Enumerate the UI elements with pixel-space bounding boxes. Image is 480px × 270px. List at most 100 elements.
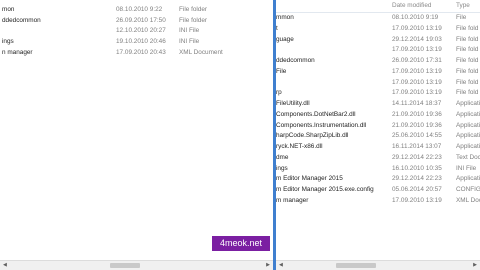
file-date: 17.09.2010 13:19 — [392, 78, 442, 86]
column-type[interactable]: Type — [456, 2, 470, 9]
file-row[interactable]: m Editor Manager 2015.exe.config 05.06.20… — [276, 185, 480, 195]
file-row[interactable]: n manager 17.09.2010 20:43 XML Document — [0, 48, 273, 58]
file-date: 29.12.2014 22:23 — [392, 175, 442, 183]
file-row[interactable]: ings 19.10.2010 20:46 INI File — [0, 37, 273, 47]
file-date: 08.10.2010 9:22 — [116, 6, 163, 13]
file-row[interactable]: 12.10.2010 20:27 INI File — [0, 26, 273, 36]
file-date: 17.09.2010 13:19 — [392, 196, 442, 204]
file-row[interactable]: ryck.NET-x86.dll 16.11.2014 13:07 Applicat… — [276, 142, 480, 152]
file-type: File fold — [456, 35, 479, 43]
scroll-left-arrow-icon[interactable]: ◀ — [3, 262, 7, 268]
file-type: Applicati — [456, 143, 480, 150]
file-type: INI File — [179, 27, 200, 35]
file-name: t — [276, 24, 278, 32]
file-row[interactable]: guage 29.12.2014 19:03 File fold — [276, 35, 480, 45]
file-row[interactable]: Components.DotNetBar2.dll 21.09.2010 19:3… — [276, 110, 480, 120]
file-type: File fold — [456, 78, 479, 86]
file-date: 29.12.2014 19:03 — [392, 35, 442, 43]
file-row[interactable]: File 17.09.2010 13:19 File fold — [276, 67, 480, 77]
file-name: guage — [276, 35, 294, 43]
file-date: 17.09.2010 13:19 — [392, 24, 442, 32]
left-horizontal-scrollbar[interactable]: ◀ ▶ — [0, 260, 273, 270]
file-date: 08.10.2010 9:19 — [392, 14, 439, 21]
file-date: 26.09.2010 17:50 — [116, 16, 166, 24]
file-date: 25.06.2010 14:55 — [392, 132, 442, 140]
file-type: Applicati — [456, 100, 480, 107]
left-scroll-thumb[interactable] — [110, 263, 140, 268]
file-type: XML Document — [179, 48, 223, 56]
file-type: File folder — [179, 16, 208, 24]
file-type: INI File — [179, 38, 200, 46]
column-date-modified[interactable]: Date modified — [392, 2, 431, 9]
file-name: ings — [276, 164, 288, 172]
file-name: ings — [2, 38, 14, 46]
file-type: CONFIG F — [456, 186, 480, 193]
file-row[interactable]: dme 29.12.2014 22:23 Text Docu — [276, 153, 480, 163]
file-type: File — [456, 14, 467, 21]
file-type: XML Docu — [456, 196, 480, 204]
file-type: File fold — [456, 67, 479, 75]
file-name: File — [276, 67, 287, 75]
file-type: File fold — [456, 89, 479, 97]
file-row[interactable]: harpCode.SharpZipLib.dll 25.06.2010 14:55… — [276, 131, 480, 141]
file-date: 17.09.2010 13:19 — [392, 46, 442, 54]
file-name: mmon — [276, 14, 294, 21]
file-row[interactable]: ddedcommon 26.09.2010 17:50 File folder — [0, 16, 273, 26]
file-type: Applicati — [456, 110, 480, 118]
file-row[interactable]: rp 17.09.2010 13:19 File fold — [276, 88, 480, 98]
file-name: FileUtility.dll — [276, 100, 310, 107]
scroll-left-arrow-icon[interactable]: ◀ — [279, 262, 283, 268]
left-file-pane[interactable]: mon 08.10.2010 9:22 File folder ddedcommon 2… — [0, 0, 273, 270]
file-row[interactable]: mmon 08.10.2010 9:19 File — [276, 13, 480, 23]
file-row[interactable]: ings 16.10.2010 10:35 INI File — [276, 164, 480, 174]
scroll-right-arrow-icon[interactable]: ▶ — [473, 262, 477, 268]
file-type: Text Docu — [456, 153, 480, 161]
file-date: 17.09.2010 13:19 — [392, 67, 442, 75]
file-date: 21.09.2010 19:36 — [392, 121, 442, 129]
file-name: m Editor Manager 2015.exe.config — [276, 186, 374, 193]
file-row[interactable]: m manager 17.09.2010 13:19 XML Docu — [276, 196, 480, 206]
file-name: harpCode.SharpZipLib.dll — [276, 132, 349, 140]
file-row[interactable]: mon 08.10.2010 9:22 File folder — [0, 5, 273, 15]
file-name: ddedcommon — [276, 57, 315, 64]
file-type: Applicati — [456, 175, 480, 183]
file-row[interactable]: 17.09.2010 13:19 File fold — [276, 78, 480, 88]
file-type: File fold — [456, 24, 479, 32]
file-name: ddedcommon — [2, 16, 41, 24]
file-date: 12.10.2010 20:27 — [116, 27, 166, 35]
right-scroll-thumb[interactable] — [336, 263, 376, 268]
file-name: n manager — [2, 48, 33, 56]
file-row[interactable]: FileUtility.dll 14.11.2014 18:37 Applicati — [276, 99, 480, 109]
file-date: 16.11.2014 13:07 — [392, 143, 442, 150]
file-date: 05.06.2014 20:57 — [392, 186, 442, 193]
file-date: 17.09.2010 13:19 — [392, 89, 442, 97]
file-row[interactable]: 17.09.2010 13:19 File fold — [276, 45, 480, 55]
file-date: 14.11.2014 18:37 — [392, 100, 442, 107]
file-type: File fold — [456, 46, 479, 54]
file-row[interactable]: t 17.09.2010 13:19 File fold — [276, 24, 480, 34]
file-type: File folder — [179, 6, 208, 13]
file-name: m manager — [276, 196, 309, 204]
file-name: Components.Instrumentation.dll — [276, 121, 367, 129]
scroll-right-arrow-icon[interactable]: ▶ — [266, 262, 270, 268]
file-type: INI File — [456, 164, 477, 172]
file-row[interactable]: Components.Instrumentation.dll 21.09.2010… — [276, 121, 480, 131]
file-name: mon — [2, 6, 15, 13]
file-date: 19.10.2010 20:46 — [116, 38, 166, 46]
right-file-pane[interactable]: Date modified Type mmon 08.10.2010 9:19 Fi… — [276, 0, 480, 270]
file-type: Applicati — [456, 121, 480, 129]
file-name: dme — [276, 153, 289, 161]
right-column-header: Date modified Type — [276, 0, 480, 13]
file-date: 16.10.2010 10:35 — [392, 164, 442, 172]
watermark-badge: 4meok.net — [212, 236, 270, 251]
file-name: ryck.NET-x86.dll — [276, 143, 323, 150]
file-type: File fold — [456, 57, 479, 64]
file-date: 29.12.2014 22:23 — [392, 153, 442, 161]
right-horizontal-scrollbar[interactable]: ◀ ▶ — [276, 260, 480, 270]
file-name: Components.DotNetBar2.dll — [276, 110, 356, 118]
file-date: 21.09.2010 19:36 — [392, 110, 442, 118]
file-row[interactable]: m Editor Manager 2015 29.12.2014 22:23 App… — [276, 174, 480, 184]
file-name: rp — [276, 89, 282, 97]
file-row[interactable]: ddedcommon 26.09.2010 17:31 File fold — [276, 56, 480, 66]
file-date: 17.09.2010 20:43 — [116, 48, 166, 56]
